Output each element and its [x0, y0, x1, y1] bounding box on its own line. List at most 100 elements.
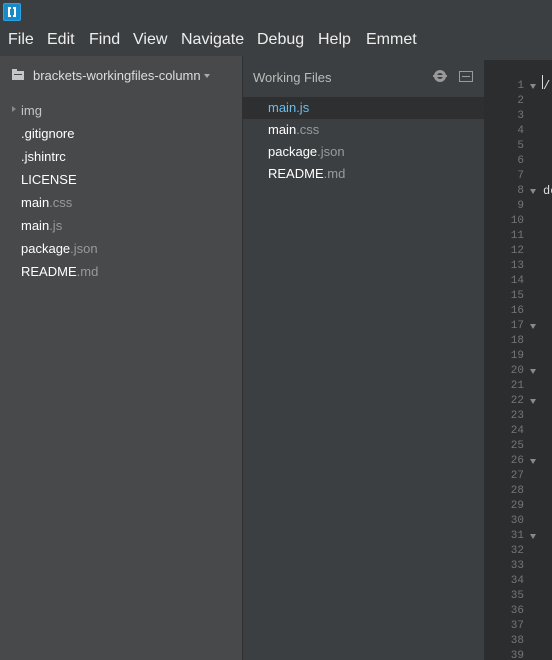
line-number: 25 — [510, 440, 524, 452]
line-number: 7 — [517, 170, 524, 182]
tree-folder-img[interactable]: img — [0, 100, 242, 122]
line-number: 26 — [510, 455, 524, 467]
line-number: 2 — [517, 95, 524, 107]
line-number: 23 — [510, 410, 524, 422]
tree-file-readme[interactable]: README.md — [0, 261, 242, 283]
line-number: 5 — [517, 140, 524, 152]
menu-help[interactable]: Help — [318, 31, 351, 49]
project-dropdown[interactable]: brackets-workingfiles-column — [0, 66, 242, 88]
menu-emmet[interactable]: Emmet — [366, 31, 417, 49]
line-number: 37 — [510, 620, 524, 632]
line-number: 21 — [510, 380, 524, 392]
menu-debug[interactable]: Debug — [257, 31, 304, 49]
line-number: 14 — [510, 275, 524, 287]
file-ext: .js — [296, 100, 310, 115]
tree-file-package-json[interactable]: package.json — [0, 238, 242, 260]
tree-file-jshintrc[interactable]: .jshintrc — [0, 146, 242, 168]
file-name: main — [21, 218, 50, 233]
line-number: 9 — [517, 200, 524, 212]
tree-file-gitignore[interactable]: .gitignore — [0, 123, 242, 145]
tree-item-label: img — [21, 103, 42, 118]
line-number: 15 — [510, 290, 524, 302]
file-ext: .md — [76, 264, 99, 279]
tree-file-license[interactable]: LICENSE — [0, 169, 242, 191]
file-name: main — [21, 195, 50, 210]
line-number: 4 — [517, 125, 524, 137]
file-ext: .css — [296, 122, 320, 137]
line-number: 10 — [510, 215, 524, 227]
line-number: 30 — [510, 515, 524, 527]
menu-edit[interactable]: Edit — [47, 31, 75, 49]
working-file-main-css[interactable]: main.css — [243, 119, 484, 141]
file-name: .jshintrc — [21, 149, 66, 164]
line-number: 35 — [510, 590, 524, 602]
working-files-panel: Working Files main.js main.css package.j… — [243, 56, 484, 660]
text-cursor — [542, 75, 543, 89]
file-ext: .md — [323, 166, 346, 181]
file-name: README — [268, 166, 324, 181]
fold-arrow-icon[interactable] — [530, 459, 536, 464]
file-name: LICENSE — [21, 172, 77, 187]
line-number: 28 — [510, 485, 524, 497]
fold-arrow-icon[interactable] — [530, 534, 536, 539]
menu-navigate[interactable]: Navigate — [181, 31, 244, 49]
menu-find[interactable]: Find — [89, 31, 120, 49]
line-number: 29 — [510, 500, 524, 512]
line-number: 19 — [510, 350, 524, 362]
working-file-main-js[interactable]: main.js — [243, 97, 484, 119]
file-ext: .json — [317, 144, 345, 159]
line-number: 27 — [510, 470, 524, 482]
line-number: 31 — [510, 530, 524, 542]
line-number: 39 — [510, 650, 524, 660]
line-number: 12 — [510, 245, 524, 257]
menu-view[interactable]: View — [133, 31, 167, 49]
file-name: package — [268, 144, 318, 159]
file-name: package — [21, 241, 71, 256]
menu-file[interactable]: File — [8, 31, 34, 49]
line-number: 34 — [510, 575, 524, 587]
line-number: 36 — [510, 605, 524, 617]
line-number: 20 — [510, 365, 524, 377]
brackets-logo-icon — [3, 3, 21, 21]
brackets-window: File Edit Find View Navigate Debug Help … — [0, 0, 552, 660]
fold-arrow-icon[interactable] — [530, 399, 536, 404]
line-number: 24 — [510, 425, 524, 437]
menu-bar: File Edit Find View Navigate Debug Help … — [0, 25, 552, 56]
line-number-gutter: 1/2345678de91011121314151617181920212223… — [484, 60, 552, 660]
line-number: 3 — [517, 110, 524, 122]
line-number: 11 — [510, 230, 524, 242]
file-ext: .css — [49, 195, 73, 210]
working-file-package-json[interactable]: package.json — [243, 141, 484, 163]
code-editor[interactable]: 1/2345678de91011121314151617181920212223… — [484, 56, 552, 660]
file-name: .gitignore — [21, 126, 75, 141]
fold-arrow-icon[interactable] — [530, 324, 536, 329]
file-name: main — [268, 100, 297, 115]
file-name: main — [268, 122, 297, 137]
line-number: 33 — [510, 560, 524, 572]
fold-arrow-icon[interactable] — [530, 369, 536, 374]
line-number: 13 — [510, 260, 524, 272]
line-number: 18 — [510, 335, 524, 347]
tree-file-main-css[interactable]: main.css — [0, 192, 242, 214]
working-files-title: Working Files — [253, 70, 332, 85]
working-files-header: Working Files — [243, 56, 484, 97]
folder-icon — [12, 69, 24, 80]
line-number: 8 — [517, 185, 524, 197]
line-number: 17 — [510, 320, 524, 332]
line-number: 38 — [510, 635, 524, 647]
file-ext: .js — [49, 218, 63, 233]
chevron-right-icon — [12, 106, 16, 112]
fold-arrow-icon[interactable] — [530, 189, 536, 194]
file-name: README — [21, 264, 77, 279]
code-line-text: / — [543, 79, 551, 93]
working-file-readme[interactable]: README.md — [243, 163, 484, 185]
line-number: 6 — [517, 155, 524, 167]
fold-arrow-icon[interactable] — [530, 84, 536, 89]
line-number: 1 — [517, 80, 524, 92]
gear-icon[interactable] — [433, 70, 447, 82]
tree-file-main-js[interactable]: main.js — [0, 215, 242, 237]
line-number: 16 — [510, 305, 524, 317]
title-bar — [0, 0, 552, 25]
split-view-icon[interactable] — [459, 71, 473, 82]
project-title: brackets-workingfiles-column — [33, 68, 201, 83]
